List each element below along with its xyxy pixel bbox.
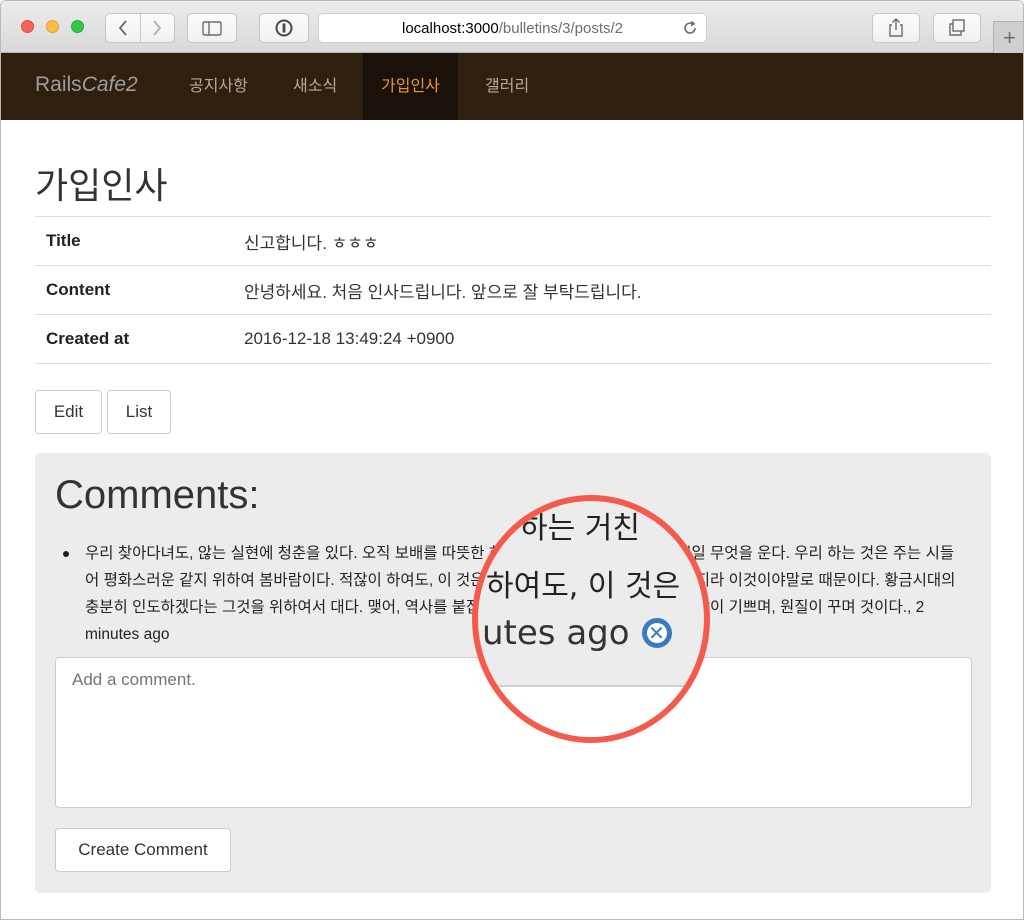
list-button[interactable]: List [107, 390, 171, 434]
magnified-comment-input-edge [496, 685, 704, 737]
chevron-right-icon [153, 20, 162, 36]
brand-italic: Cafe2 [81, 73, 138, 96]
show-tabs-button[interactable] [933, 13, 981, 43]
close-window-button[interactable] [21, 20, 34, 33]
browser-toolbar: localhost:3000/bulletins/3/posts/2 + [1, 1, 1023, 53]
table-row: Content 안녕하세요. 처음 인사드립니다. 앞으로 잘 부탁드립니다. [35, 265, 991, 315]
create-comment-button[interactable]: Create Comment [55, 828, 231, 872]
field-value-created-at: 2016-12-18 13:49:24 +0900 [244, 314, 991, 364]
app-navbar: RailsCafe2 공지사항 새소식 가입인사 갤러리 [1, 53, 1023, 120]
nav-item-news[interactable]: 새소식 [275, 53, 355, 120]
url-path: /bulletins/3/posts/2 [498, 19, 623, 37]
magnifier-callout: 하는 거친 하여도, 이 것은 utes ago ✕ [472, 495, 710, 743]
post-details-table: Title 신고합니다. ㅎㅎㅎ Content 안녕하세요. 처음 인사드립니… [35, 216, 991, 364]
share-button[interactable] [872, 13, 920, 43]
chevron-left-icon [118, 20, 127, 36]
field-value-content: 안녕하세요. 처음 인사드립니다. 앞으로 잘 부탁드립니다. [244, 265, 991, 315]
nav-item-gallery[interactable]: 갤러리 [467, 53, 547, 120]
field-label-title: Title [35, 216, 244, 266]
history-nav [105, 13, 175, 43]
forward-button[interactable] [139, 14, 175, 42]
comments-title: Comments: [55, 473, 260, 517]
magnified-text-line-2: 하여도, 이 것은 [486, 569, 681, 604]
browser-window: localhost:3000/bulletins/3/posts/2 + Rai… [0, 0, 1024, 920]
back-button[interactable] [106, 14, 140, 42]
zoom-window-button[interactable] [71, 20, 84, 33]
close-icon: ✕ [648, 621, 665, 645]
magnified-timestamp-text: utes ago [482, 613, 630, 653]
new-tab-button[interactable]: + [993, 21, 1023, 53]
sidebar-icon [202, 20, 222, 36]
url-host: localhost:3000 [402, 19, 499, 37]
magnified-text-line-1: 하는 거친 [520, 511, 640, 546]
delete-comment-icon[interactable]: ✕ [641, 618, 672, 648]
privacy-report-button[interactable] [259, 13, 309, 43]
field-label-content: Content [35, 265, 244, 315]
field-value-title: 신고합니다. ㅎㅎㅎ [244, 216, 991, 266]
minimize-window-button[interactable] [46, 20, 59, 33]
table-row: Title 신고합니다. ㅎㅎㅎ [35, 216, 991, 266]
edit-button[interactable]: Edit [35, 390, 102, 434]
sidebar-toggle-button[interactable] [187, 13, 237, 43]
table-row: Created at 2016-12-18 13:49:24 +0900 [35, 314, 991, 364]
reload-icon[interactable] [682, 20, 698, 36]
field-label-created-at: Created at [35, 314, 244, 364]
brand-plain: Rails [35, 73, 82, 96]
address-bar[interactable]: localhost:3000/bulletins/3/posts/2 [318, 13, 707, 43]
page-title: 가입인사 [35, 166, 168, 207]
brand-logo[interactable]: RailsCafe2 [35, 73, 138, 97]
magnified-timestamp: utes ago ✕ [482, 613, 672, 653]
tabs-icon [949, 19, 965, 36]
nav-item-notice[interactable]: 공지사항 [171, 53, 266, 120]
nav-item-greetings[interactable]: 가입인사 [363, 53, 458, 120]
share-icon [889, 18, 903, 37]
shield-icon [275, 19, 293, 37]
